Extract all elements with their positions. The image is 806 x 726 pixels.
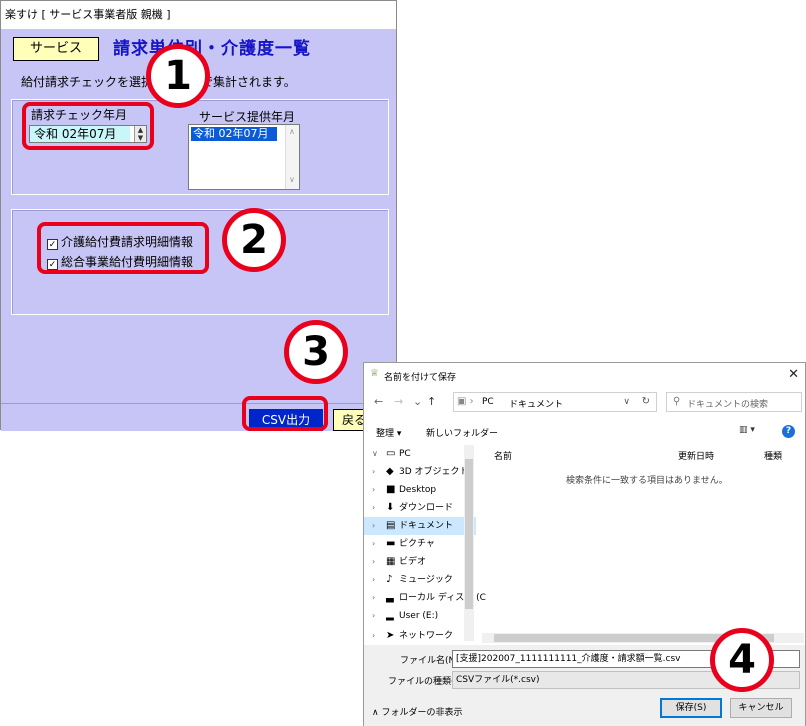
save-button[interactable]: 保存(S) <box>660 698 722 718</box>
document-icon: ▤ <box>386 520 396 531</box>
chevron-icon[interactable]: › <box>372 517 375 535</box>
hide-folders-toggle[interactable]: ∧ フォルダーの非表示 <box>372 705 462 718</box>
chevron-icon[interactable]: › <box>372 481 375 499</box>
tree-item-label: ドキュメント <box>399 521 454 531</box>
drive-icon: ▃ <box>386 592 394 603</box>
breadcrumb-documents[interactable]: ドキュメント <box>509 397 563 410</box>
save-dialog-icon: ♕ <box>370 368 379 379</box>
highlight-box-1 <box>22 102 154 150</box>
dialog-title: 名前を付けて保存 <box>384 373 457 383</box>
search-input[interactable]: ⚲ ドキュメントの検索 <box>666 392 802 412</box>
highlight-box-2 <box>37 222 209 274</box>
tree-item-label: User (E:) <box>399 611 439 621</box>
help-icon[interactable]: ? <box>782 425 795 438</box>
tree-item[interactable]: › ▂ User (E:) <box>364 607 476 625</box>
forward-arrow-icon[interactable]: → <box>394 395 403 408</box>
column-date[interactable]: 更新日時 <box>678 449 714 462</box>
chevron-icon[interactable]: › <box>372 571 375 589</box>
desktop-icon: ■ <box>386 484 396 495</box>
chevron-icon[interactable]: › <box>372 627 375 645</box>
pc-icon: ▭ <box>386 448 396 459</box>
chevron-icon[interactable]: ∨ <box>372 445 378 463</box>
tree-item[interactable]: › ◆ 3D オブジェクト <box>364 463 476 481</box>
teikyo-month-list[interactable]: 令和 02年07月 ∧ ∨ <box>188 124 300 190</box>
chevron-down-icon[interactable]: ∨ <box>623 397 630 407</box>
window-title: 楽すけ [ サービス事業者版 親機 ] <box>1 1 396 29</box>
tree-item[interactable]: › ♪ ミュージック <box>364 571 476 589</box>
back-arrow-icon[interactable]: ← <box>374 395 383 408</box>
teikyo-month-item[interactable]: 令和 02年07月 <box>191 127 277 141</box>
up-arrow-icon[interactable]: ↑ <box>427 395 436 408</box>
tree-item[interactable]: › ▦ ビデオ <box>364 553 476 571</box>
new-folder-button[interactable]: 新しいフォルダー <box>426 426 498 439</box>
chevron-icon[interactable]: › <box>372 463 375 481</box>
recent-locations-icon[interactable]: ⌄ <box>413 395 422 408</box>
tree-item[interactable]: ∨ ▭ PC <box>364 445 476 463</box>
folder-icon: ▣ › <box>457 396 474 407</box>
chevron-icon[interactable]: › <box>372 553 375 571</box>
tree-item[interactable]: › ▃ ローカル ディスク (C <box>364 589 486 607</box>
step-2-callout: 2 <box>222 208 286 272</box>
download-icon: ⬇ <box>386 502 395 513</box>
folder-tree: ∨ ▭ PC › ◆ 3D オブジェクト › ■ Desktop › ⬇ ダウンロード › ▤ ドキュメント… <box>364 445 486 641</box>
highlight-box-3 <box>242 396 328 431</box>
tree-scroll-thumb[interactable] <box>465 459 473 609</box>
tree-item-label: ビデオ <box>399 557 427 567</box>
tree-item[interactable]: › ▬ ピクチャ <box>364 535 476 553</box>
search-placeholder: ドキュメントの検索 <box>687 400 769 410</box>
cancel-button[interactable]: キャンセル <box>730 698 792 718</box>
step-1-callout: 1 <box>146 44 210 108</box>
tree-scrollbar[interactable] <box>464 445 474 641</box>
step-4-callout: 4 <box>710 628 774 692</box>
tree-item[interactable]: › ▤ ドキュメント <box>364 517 476 535</box>
empty-message: 検索条件に一致する項目はありません。 <box>566 476 728 486</box>
list-scrollbar[interactable]: ∧ ∨ <box>285 125 299 189</box>
cube-icon: ◆ <box>386 466 394 477</box>
tree-item[interactable]: › ➤ ネットワーク <box>364 627 476 645</box>
tree-item-label: PC <box>399 449 411 459</box>
tree-item-label: ピクチャ <box>399 539 435 549</box>
tree-item-label: Desktop <box>399 485 437 495</box>
chevron-icon[interactable]: › <box>372 499 375 517</box>
scroll-up-icon[interactable]: ∧ <box>289 127 295 136</box>
step-3-callout: 3 <box>284 320 348 384</box>
video-icon: ▦ <box>386 556 396 567</box>
column-name[interactable]: 名前 <box>494 449 512 462</box>
page-title: 請求単位別・介護度一覧 <box>113 39 311 59</box>
tree-item[interactable]: › ■ Desktop <box>364 481 476 499</box>
chevron-icon[interactable]: › <box>372 607 375 625</box>
tree-item-label: 3D オブジェクト <box>399 467 469 477</box>
scroll-down-icon[interactable]: ∨ <box>289 175 295 184</box>
column-type[interactable]: 種類 <box>764 449 782 462</box>
tree-item-label: ネットワーク <box>399 631 454 641</box>
dialog-titlebar: ♕ 名前を付けて保存 ✕ <box>364 363 805 387</box>
tree-item[interactable]: › ⬇ ダウンロード <box>364 499 476 517</box>
file-list: 名前 更新日時 種類 検索条件に一致する項目はありません。 <box>482 445 804 641</box>
dialog-toolbar: 整理 ▾ 新しいフォルダー ▥ ▾ ? <box>364 421 805 443</box>
music-icon: ♪ <box>386 574 393 585</box>
service-button[interactable]: サービス <box>13 37 99 61</box>
chevron-icon[interactable]: › <box>372 535 375 553</box>
network-icon: ➤ <box>386 630 395 641</box>
address-bar[interactable]: ▣ › PC ドキュメント ∨ ↻ <box>453 392 657 412</box>
refresh-icon[interactable]: ↻ <box>642 396 650 407</box>
close-icon[interactable]: ✕ <box>788 367 799 382</box>
dialog-navbar: ← → ⌄ ↑ ▣ › PC ドキュメント ∨ ↻ ⚲ ドキュメントの検索 <box>364 389 805 415</box>
teikyo-month-label: サービス提供年月 <box>199 110 296 124</box>
organize-menu[interactable]: 整理 ▾ <box>376 426 401 439</box>
drive-icon: ▂ <box>386 610 394 621</box>
chevron-icon[interactable]: › <box>372 589 375 607</box>
picture-icon: ▬ <box>386 538 396 549</box>
dialog-bottom: ∧ フォルダーの非表示 保存(S) キャンセル <box>364 691 805 726</box>
search-icon: ⚲ <box>673 396 681 407</box>
app-footer: CSV出力 戻る <box>1 403 397 431</box>
view-options-icon[interactable]: ▥ ▾ <box>739 425 755 435</box>
breadcrumb-pc[interactable]: PC <box>482 397 494 407</box>
tree-item-label: ミュージック <box>399 575 453 585</box>
tree-item-label: ダウンロード <box>399 503 454 513</box>
